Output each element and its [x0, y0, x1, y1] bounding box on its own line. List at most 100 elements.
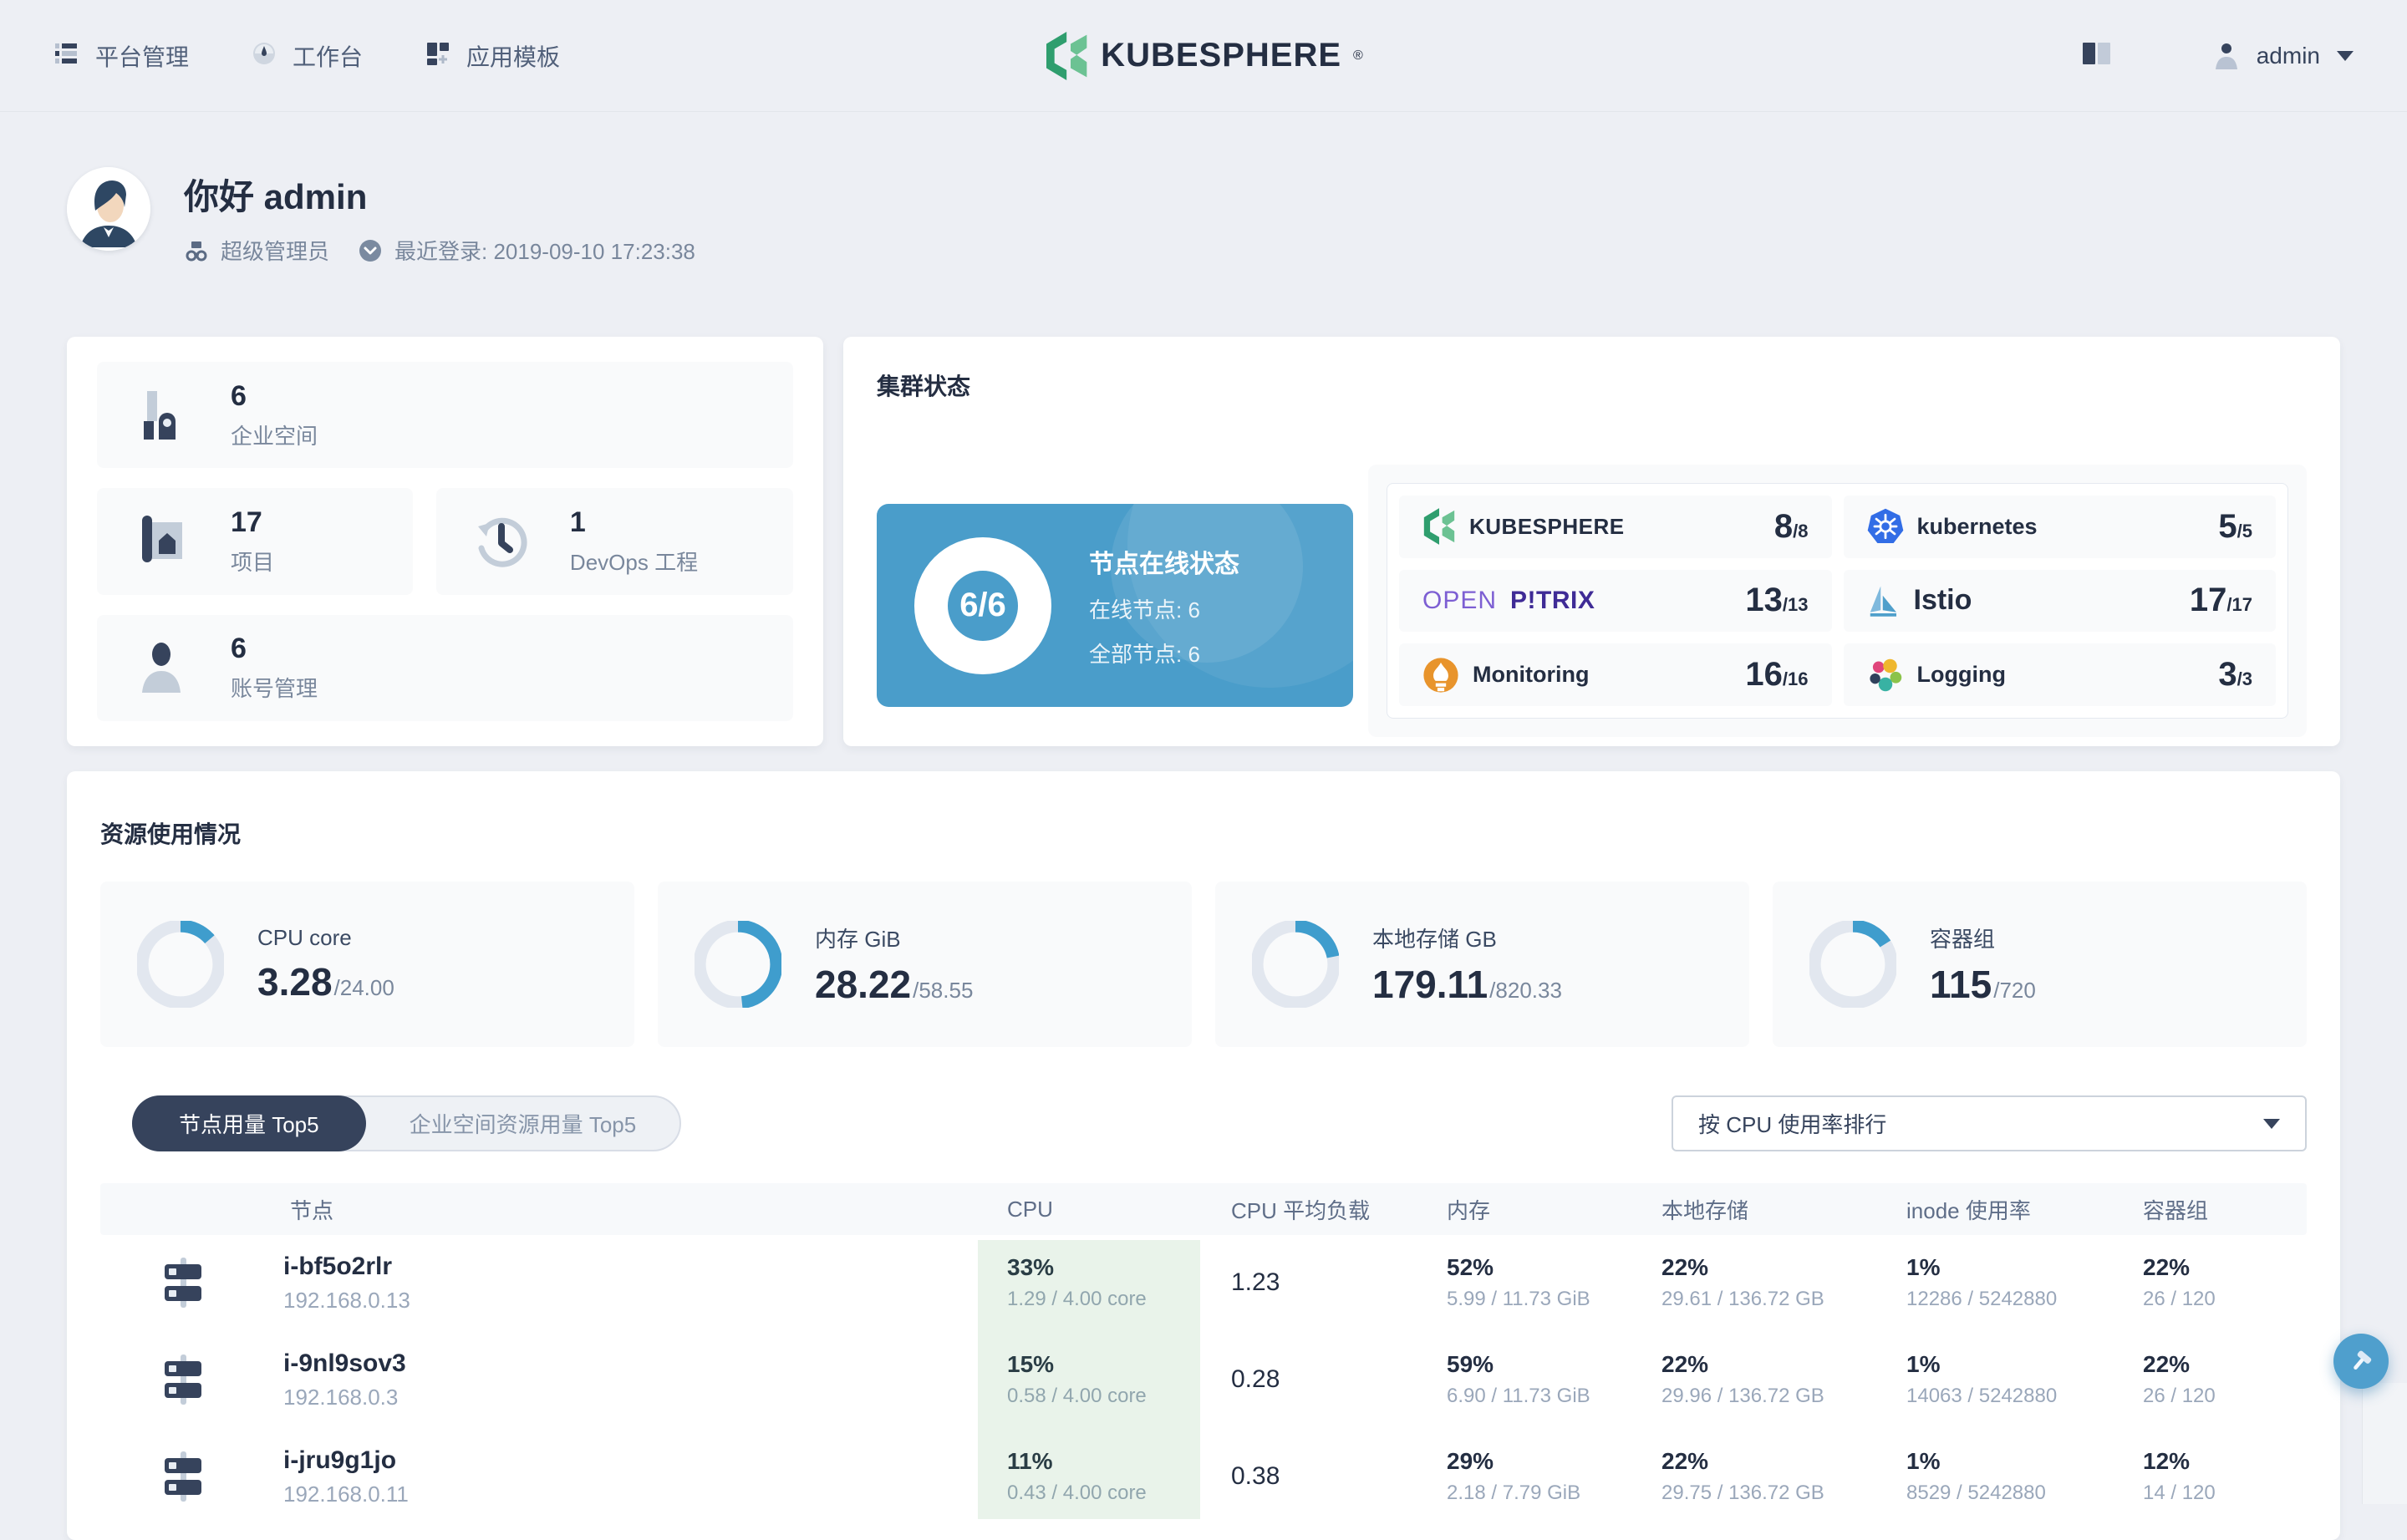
node-name[interactable]: i-bf5o2rlr — [283, 1253, 410, 1281]
component-count: 16 — [1745, 656, 1783, 694]
role-badge-icon — [186, 241, 207, 261]
resource-label: 内存 GiB — [815, 926, 901, 952]
node-online-status-card[interactable]: 6/6 节点在线状态 在线节点: 6 全部节点: 6 — [877, 504, 1353, 707]
app-templates-icon — [425, 40, 451, 71]
resource-total: /720 — [1993, 977, 2036, 1003]
component-name: Logging — [1916, 662, 2006, 688]
cpu-usage-donut — [137, 921, 224, 1008]
component-count: 3 — [2218, 656, 2237, 694]
storage-cell: 22% 29.96 / 136.72 GB — [1661, 1351, 1824, 1407]
resource-used: 179.11 — [1372, 962, 1488, 1006]
inode-cell: 1% 8529 / 5242880 — [1906, 1448, 2046, 1504]
component-name: KUBESPHERE — [1469, 513, 1625, 539]
nav-item-label: 平台管理 — [95, 43, 190, 70]
resource-label: 容器组 — [1930, 926, 1996, 952]
accounts-icon — [135, 641, 191, 694]
pods-usage-donut — [1809, 921, 1896, 1008]
memory-usage-donut — [695, 921, 781, 1008]
cpu-cell: 11% 0.43 / 4.00 core — [1007, 1448, 1147, 1504]
component-logging[interactable]: Logging 3/3 — [1843, 643, 2276, 706]
nodes-total: 全部节点: 6 — [1089, 641, 1200, 667]
top-navbar: 平台管理 工作台 应用模板 KUBESPHERE ® admin — [0, 0, 2407, 112]
load-cell: 1.23 — [1231, 1268, 1280, 1296]
nav-item-workbench[interactable]: 工作台 — [251, 39, 363, 73]
node-usage-table: 节点 CPU CPU 平均负载 内存 本地存储 inode 使用率 容器组 i-… — [100, 1183, 2307, 1519]
projects-label: 项目 — [231, 549, 275, 575]
component-istio[interactable]: Istio 17/17 — [1843, 569, 2276, 633]
node-ip: 192.168.0.3 — [283, 1384, 399, 1410]
scrollbar-track[interactable] — [2362, 1383, 2407, 1504]
welcome-title: 你好 admin — [184, 177, 368, 216]
primary-nav: 平台管理 工作台 应用模板 — [53, 39, 560, 73]
docs-book-icon[interactable] — [2081, 39, 2113, 72]
resource-tile-memory[interactable]: 内存 GiB 28.22/58.55 — [658, 882, 1192, 1047]
components-panel: KUBESPHERE 8/8 kubernetes 5 /5 OPEN P!TR… — [1368, 465, 2307, 737]
nav-item-platform[interactable]: 平台管理 — [53, 39, 189, 73]
storage-cell: 22% 29.75 / 136.72 GB — [1661, 1448, 1824, 1504]
logo-registered-mark: ® — [1353, 48, 1363, 63]
table-header: 节点 CPU CPU 平均负载 内存 本地存储 inode 使用率 容器组 — [100, 1183, 2307, 1235]
component-count: 5 — [2218, 507, 2237, 545]
node-name[interactable]: i-9nl9sov3 — [283, 1349, 406, 1378]
cluster-status-card: 集群状态 6/6 节点在线状态 在线节点: 6 全部节点: 6 KUBESPHE… — [843, 337, 2340, 746]
resource-tile-pods[interactable]: 容器组 115/720 — [1773, 882, 2307, 1047]
nav-item-label: 应用模板 — [466, 43, 561, 70]
last-login: 最近登录: 2019-09-10 17:23:38 — [358, 235, 695, 266]
tab-node-usage-top5[interactable]: 节点用量 Top5 — [132, 1095, 366, 1151]
username: admin — [2256, 42, 2320, 69]
load-cell: 0.28 — [1231, 1365, 1280, 1393]
col-header-load: CPU 平均负载 — [1231, 1197, 1371, 1223]
resource-usage-card: 资源使用情况 CPU core 3.28/24.00 内存 GiB 28.22 … — [67, 771, 2340, 1540]
resource-total: /820.33 — [1489, 977, 1562, 1003]
tab-workspace-usage-top5[interactable]: 企业空间资源用量 Top5 — [366, 1097, 680, 1150]
component-openpitrix[interactable]: OPEN P!TRIX 13/13 — [1399, 569, 1832, 633]
top5-tabs: 节点用量 Top5 企业空间资源用量 Top5 — [132, 1095, 682, 1151]
kubesphere-logo[interactable]: KUBESPHERE ® — [1044, 32, 1363, 80]
component-count: 13 — [1745, 582, 1783, 619]
nav-item-app-templates[interactable]: 应用模板 — [425, 39, 560, 73]
node-ratio: 6/6 — [959, 587, 1006, 623]
table-row[interactable]: i-9nl9sov3 192.168.0.3 15% 0.58 / 4.00 co… — [100, 1337, 2307, 1422]
avatar[interactable] — [67, 167, 150, 251]
node-name[interactable]: i-jru9g1jo — [283, 1446, 409, 1475]
col-header-memory: 内存 — [1447, 1197, 1491, 1223]
stat-projects[interactable]: 17 项目 — [97, 488, 413, 595]
table-row[interactable]: i-bf5o2rlr 192.168.0.13 33% 1.29 / 4.00 c… — [100, 1240, 2307, 1325]
devops-count: 1 — [569, 506, 586, 538]
workspace-icon — [135, 388, 191, 443]
resource-label: CPU core — [257, 924, 352, 950]
accounts-count: 6 — [231, 633, 247, 665]
resource-total: /58.55 — [913, 977, 974, 1003]
pods-cell: 12% 14 / 120 — [2143, 1448, 2216, 1504]
workspaces-count: 6 — [231, 379, 247, 412]
resource-used: 3.28 — [257, 959, 333, 1004]
stat-workspaces[interactable]: 6 企业空间 — [97, 362, 793, 469]
resource-tile-cpu[interactable]: CPU core 3.28/24.00 — [100, 882, 634, 1047]
col-header-storage: 本地存储 — [1661, 1197, 1749, 1223]
devops-label: DevOps 工程 — [569, 549, 699, 575]
pods-cell: 22% 26 / 120 — [2143, 1254, 2216, 1310]
col-header-node: 节点 — [290, 1197, 334, 1223]
load-cell: 0.38 — [1231, 1462, 1280, 1490]
projects-icon — [135, 515, 191, 567]
stat-accounts[interactable]: 6 账号管理 — [97, 614, 793, 721]
component-kubernetes[interactable]: kubernetes 5/5 — [1843, 496, 2276, 558]
sort-by-value: 按 CPU 使用率排行 — [1698, 1112, 1887, 1137]
component-monitoring[interactable]: Monitoring 16/16 — [1399, 643, 1832, 706]
cluster-status-title: 集群状态 — [877, 374, 971, 399]
cpu-cell: 15% 0.58 / 4.00 core — [1007, 1351, 1147, 1407]
resource-usage-title: 资源使用情况 — [100, 821, 242, 847]
user-menu[interactable]: admin — [2213, 42, 2354, 70]
sort-by-dropdown[interactable]: 按 CPU 使用率排行 — [1672, 1095, 2307, 1151]
component-name: Istio — [1913, 584, 1972, 617]
resource-tile-storage[interactable]: 本地存储 GB 179.11/820.33 — [1215, 882, 1749, 1047]
toolbox-fab-button[interactable] — [2333, 1334, 2389, 1389]
pods-cell: 22% 26 / 120 — [2143, 1351, 2216, 1407]
component-kubesphere[interactable]: KUBESPHERE 8/8 — [1399, 496, 1832, 558]
table-row[interactable]: i-jru9g1jo 192.168.0.11 11% 0.43 / 4.00 c… — [100, 1434, 2307, 1519]
memory-cell: 52% 5.99 / 11.73 GiB — [1447, 1254, 1590, 1310]
last-login-label: 最近登录: 2019-09-10 17:23:38 — [394, 239, 695, 264]
node-server-icon — [156, 1256, 210, 1309]
stat-devops[interactable]: 1 DevOps 工程 — [435, 488, 793, 595]
istio-icon — [1870, 586, 1896, 617]
